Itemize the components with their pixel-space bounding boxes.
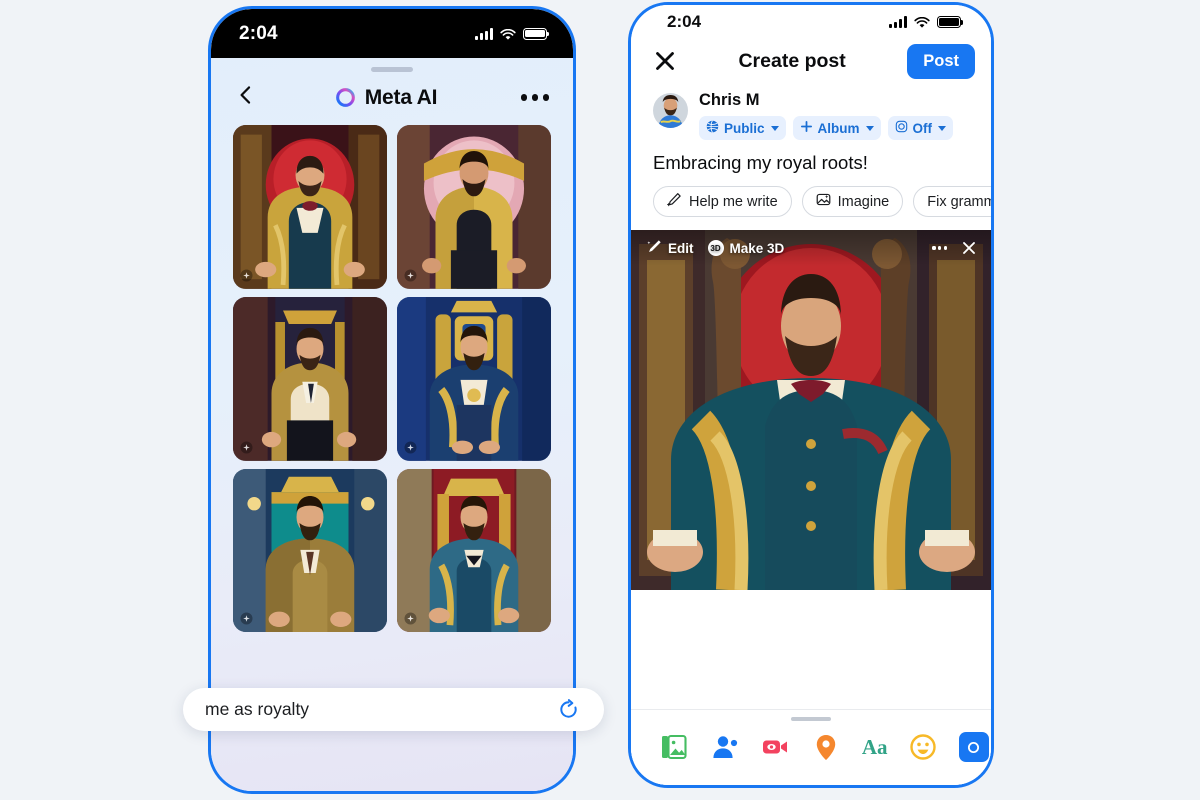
edit-media-button[interactable]: Edit [647, 239, 694, 257]
cellular-bars-icon [475, 27, 493, 40]
avatar[interactable] [653, 93, 688, 128]
ai-chip-fix-grammar[interactable]: Fix grammar [913, 186, 991, 217]
chevron-down-icon [865, 125, 874, 131]
composer-blank-area [631, 590, 991, 709]
page-title: Meta AI [257, 86, 515, 110]
battery-icon [523, 27, 550, 40]
screenshot-root: 2:04 Meta AI me as royalty 2:04 Create p… [0, 0, 1200, 800]
status-time: 2:04 [667, 12, 702, 31]
chevron-down-icon [938, 125, 947, 131]
photo-gallery-icon[interactable] [659, 732, 689, 762]
ai-chip-help-me-write[interactable]: Help me write [653, 186, 792, 217]
audience-chip-instagram[interactable]: Off [887, 116, 954, 140]
page-title: Create post [738, 49, 846, 72]
audience-chip-album[interactable]: Album [792, 116, 881, 140]
reload-icon[interactable] [557, 698, 580, 721]
status-time: 2:04 [239, 22, 278, 44]
location-pin-icon[interactable] [811, 732, 841, 762]
ai-chip-label: Help me write [689, 193, 778, 210]
tag-people-icon[interactable] [710, 732, 740, 762]
prompt-input-bar[interactable]: me as royalty [183, 688, 604, 731]
battery-icon [937, 16, 964, 28]
author-row: Chris M Public Album Off [631, 87, 991, 150]
chip-label: Public [724, 120, 765, 136]
status-icons [889, 16, 964, 28]
result-image-3[interactable] [233, 296, 387, 461]
ai-suggestion-chips: Help me write Imagine Fix grammar I [631, 186, 991, 230]
audience-chips: Public Album Off [699, 116, 969, 140]
ai-watermark-icon [404, 612, 417, 625]
magic-wand-icon [647, 239, 662, 257]
result-image-4[interactable] [397, 296, 551, 461]
wifi-icon [500, 28, 516, 40]
make-3d-label: Make 3D [729, 240, 785, 256]
toolbar-grabber[interactable] [791, 717, 831, 721]
ai-chip-imagine[interactable]: Imagine [801, 186, 904, 217]
wifi-icon [914, 16, 930, 28]
instagram-icon [895, 120, 908, 136]
ai-watermark-icon [404, 269, 417, 282]
create-post-header: Create post Post [631, 35, 991, 87]
left-sheet-grabber[interactable] [211, 58, 573, 80]
result-image-1[interactable] [233, 125, 387, 289]
media-toolbar: Edit 3D Make 3D [631, 230, 991, 266]
bottom-toolbar: Aa [631, 709, 991, 785]
result-image-6[interactable] [397, 468, 551, 633]
pencil-sparkle-icon [666, 192, 682, 211]
right-screen: 2:04 Create post Post Chris M Public Alb… [631, 5, 991, 785]
prompt-text[interactable]: me as royalty [205, 699, 557, 720]
right-status-bar: 2:04 [631, 5, 991, 35]
back-chevron-icon[interactable] [235, 84, 257, 111]
remove-media-icon[interactable] [961, 240, 977, 256]
meta-ai-title-text: Meta AI [364, 85, 438, 109]
composer-text[interactable]: Embracing my royal roots! [631, 150, 991, 186]
camera-icon[interactable] [958, 732, 989, 762]
meta-ai-ring-icon [335, 87, 356, 108]
ai-watermark-icon [240, 269, 253, 282]
post-button[interactable]: Post [907, 43, 975, 79]
result-image-5[interactable] [233, 468, 387, 633]
image-sparkle-icon [816, 192, 831, 211]
make-3d-button[interactable]: 3D Make 3D [707, 240, 785, 256]
chip-label: Album [817, 120, 860, 136]
author-info: Chris M Public Album Off [699, 91, 969, 140]
left-screen: 2:04 Meta AI [211, 9, 573, 791]
emoji-smile-icon[interactable] [908, 732, 938, 762]
author-name: Chris M [699, 91, 760, 109]
edit-label: Edit [668, 240, 694, 256]
phone-left-meta-ai: 2:04 Meta AI [208, 6, 576, 794]
more-horizontal-icon[interactable] [932, 246, 947, 250]
cellular-bars-icon [889, 16, 907, 28]
attached-media[interactable]: Edit 3D Make 3D [631, 230, 991, 590]
3d-badge-icon: 3D [707, 240, 724, 256]
result-image-2[interactable] [397, 125, 551, 289]
more-horizontal-icon[interactable] [515, 94, 549, 101]
chevron-down-icon [770, 125, 779, 131]
ai-watermark-icon [404, 441, 417, 454]
live-video-icon[interactable] [760, 732, 790, 762]
ai-chip-label: Imagine [837, 193, 890, 210]
chip-label: Off [912, 120, 933, 136]
phone-right-create-post: 2:04 Create post Post Chris M Public Alb… [628, 2, 994, 788]
ai-watermark-icon [240, 441, 253, 454]
globe-icon [706, 120, 719, 136]
audience-chip-public[interactable]: Public [699, 116, 786, 140]
results-grid [211, 125, 573, 633]
media-image [631, 230, 991, 590]
meta-ai-header: Meta AI [211, 80, 573, 125]
status-icons [475, 27, 550, 40]
ai-chip-label: Fix grammar [927, 193, 991, 210]
text-format-icon[interactable]: Aa [862, 735, 888, 760]
close-x-icon[interactable] [653, 49, 677, 73]
plus-icon [800, 120, 813, 136]
left-status-bar: 2:04 [211, 9, 573, 58]
ai-watermark-icon [240, 612, 253, 625]
